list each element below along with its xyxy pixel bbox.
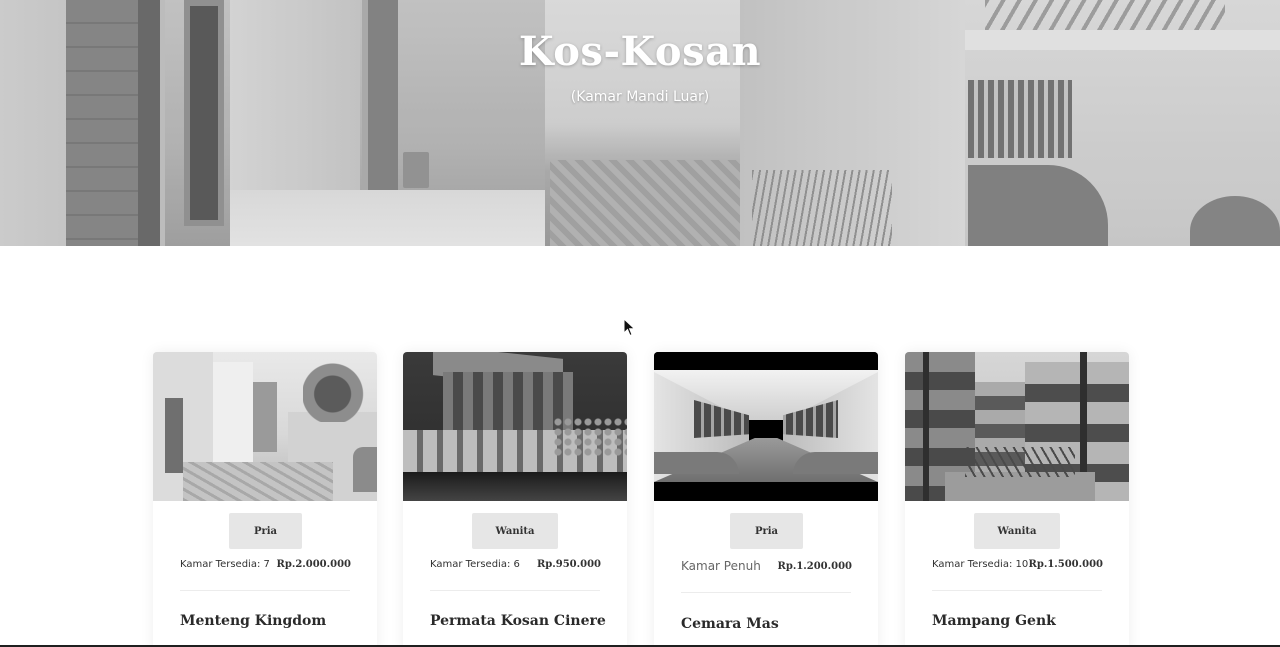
listing-photo[interactable] [654,352,878,501]
availability-text: Kamar Tersedia: 10 [932,559,1029,570]
listing-name-link[interactable]: Menteng Kingdom [180,613,326,629]
page-title: Kos-Kosan [518,28,762,75]
mouse-cursor-icon [623,318,636,337]
listing-card[interactable]: Wanita Kamar Tersedia: 10 Rp.1.500.000 M… [905,352,1129,647]
price-text: Rp.950.000 [536,559,601,570]
price-text: Rp.1.500.000 [1028,559,1103,570]
listing-card[interactable]: Wanita Kamar Tersedia: 6 Rp.950.000 Perm… [403,352,627,647]
listing-grid: Pria Kamar Tersedia: 7 Rp.2.000.000 Ment… [153,352,1129,647]
gender-badge: Pria [730,513,803,549]
listing-photo[interactable] [403,352,627,501]
listing-card[interactable]: Pria Kamar Penuh Rp.1.200.000 Cemara Mas [654,352,878,647]
listing-photo[interactable] [153,352,377,501]
gender-badge: Wanita [974,513,1060,549]
listing-card[interactable]: Pria Kamar Tersedia: 7 Rp.2.000.000 Ment… [153,352,377,647]
page-subtitle: (Kamar Mandi Luar) [570,89,710,105]
price-text: Rp.1.200.000 [777,561,852,572]
listing-name-link[interactable]: Cemara Mas [681,616,779,632]
divider [430,590,600,591]
divider [681,592,851,593]
listing-photo[interactable] [905,352,1129,501]
hero-banner: Kos-Kosan (Kamar Mandi Luar) [0,0,1280,246]
availability-text: Kamar Penuh [681,559,761,573]
divider [932,590,1102,591]
listing-name-link[interactable]: Permata Kosan Cinere [430,613,606,629]
gender-badge: Wanita [472,513,558,549]
availability-text: Kamar Tersedia: 6 [430,559,520,570]
availability-text: Kamar Tersedia: 7 [180,559,270,570]
listing-name-link[interactable]: Mampang Genk [932,613,1056,629]
price-text: Rp.2.000.000 [276,559,351,570]
gender-badge: Pria [229,513,302,549]
divider [180,590,350,591]
